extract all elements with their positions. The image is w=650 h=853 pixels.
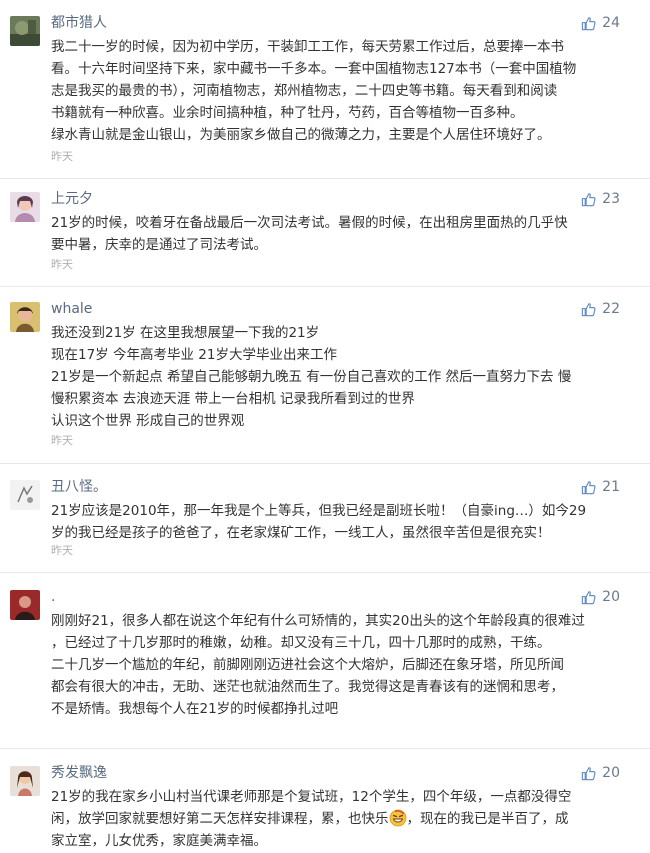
comment-line: 认识这个世界 形成自己的世界观 — [51, 413, 245, 429]
comment-line: 21岁的我在家乡小山村当代课老师那是个复试班，12个学生，四个年级，一点都没得空 — [51, 789, 572, 805]
like-button[interactable]: 22 — [581, 300, 620, 318]
comment-line: 要中暑，庆幸的是通过了司法考试。 — [51, 237, 267, 253]
comment-text: 21岁的时候，咬着牙在备战最后一次司法考试。暑假的时候，在出租房里面热的几乎快 … — [51, 212, 626, 256]
comment-line: 绿水青山就是金山银山，为美丽家乡做自己的微薄之力，主要是个人居住环境好了。 — [51, 127, 551, 143]
avatar[interactable] — [10, 590, 40, 620]
comment-line: 我二十一岁的时候，因为初中学历，干装卸工工作，每天劳累工作过后，总要捧一本书 — [51, 39, 564, 55]
divider — [0, 463, 650, 464]
divider — [0, 286, 650, 287]
username[interactable]: 丑八怪。 — [51, 478, 107, 496]
comment-item: 都市猎人 24 我二十一岁的时候，因为初中学历，干装卸工工作，每天劳累工作过后，… — [0, 14, 650, 174]
username[interactable]: whale — [51, 300, 92, 318]
username[interactable]: 上元夕 — [51, 190, 93, 208]
comment-line: 21岁应该是2010年，那一年我是个上等兵，但我已经是副班长啦！（自豪ing…）… — [51, 503, 587, 519]
comment-line: 慢积累资本 去浪迹天涯 带上一台相机 记录我所看到过的世界 — [51, 391, 415, 407]
thumbs-up-icon — [581, 192, 596, 206]
comment-line: 都会有很大的冲击，无助、迷茫也就油然而生了。我觉得这是青春该有的迷惘和思考， — [51, 679, 564, 695]
comment-line: 书籍就有一种欣喜。业余时间搞种植，种了牡丹，芍药，百合等植物一百多种。 — [51, 105, 524, 121]
comment-item: . 20 刚刚好21，很多人都在说这个年纪有什么可矫情的，其实20出头的这个年龄… — [0, 588, 650, 728]
thumbs-up-icon — [581, 16, 596, 30]
comment-line: 现在17岁 今年高考毕业 21岁大学毕业出来工作 — [51, 347, 337, 363]
comment-text: 我还没到21岁 在这里我想展望一下我的21岁 现在17岁 今年高考毕业 21岁大… — [51, 322, 626, 432]
divider — [0, 178, 650, 179]
comment-line: ，已经过了十几岁那时的稚嫩，幼稚。却又没有三十几，四十几那时的成熟，干练。 — [51, 635, 551, 651]
comment-text: 21岁应该是2010年，那一年我是个上等兵，但我已经是副班长啦！（自豪ing…）… — [51, 500, 626, 544]
timestamp: 昨天 — [51, 544, 73, 557]
comment-item: 秀发飘逸 20 21岁的我在家乡小山村当代课老师那是个复试班，12个学生，四个年… — [0, 764, 650, 853]
comment-item: whale 22 我还没到21岁 在这里我想展望一下我的21岁 现在17岁 今年… — [0, 300, 650, 455]
like-button[interactable]: 23 — [581, 190, 620, 208]
comment-item: 丑八怪。 21 21岁应该是2010年，那一年我是个上等兵，但我已经是副班长啦！… — [0, 478, 650, 568]
thumbs-up-icon — [581, 590, 596, 604]
timestamp: 昨天 — [51, 150, 73, 163]
comment-line-start: 闲，放学回家就要想好第二天怎样安排课程，累，也快乐 — [51, 811, 389, 827]
thumbs-up-icon — [581, 480, 596, 494]
avatar[interactable] — [10, 192, 40, 222]
like-button[interactable]: 20 — [581, 764, 620, 782]
username[interactable]: 都市猎人 — [51, 14, 107, 32]
like-count: 20 — [602, 765, 620, 781]
username[interactable]: . — [51, 588, 55, 606]
divider — [0, 572, 650, 573]
divider — [0, 748, 650, 749]
comment-item: 上元夕 23 21岁的时候，咬着牙在备战最后一次司法考试。暑假的时候，在出租房里… — [0, 190, 650, 280]
comment-text: 我二十一岁的时候，因为初中学历，干装卸工工作，每天劳累工作过后，总要捧一本书 看… — [51, 36, 626, 146]
like-button[interactable]: 21 — [581, 478, 620, 496]
comment-text: 刚刚好21，很多人都在说这个年纪有什么可矫情的，其实20出头的这个年龄段真的很难… — [51, 610, 626, 720]
comment-line: 我还没到21岁 在这里我想展望一下我的21岁 — [51, 325, 320, 341]
like-button[interactable]: 20 — [581, 588, 620, 606]
like-button[interactable]: 24 — [581, 14, 620, 32]
comment-line: 家立室，儿女优秀，家庭美满幸福。 — [51, 833, 267, 849]
like-count: 23 — [602, 191, 620, 207]
comment-line: 闲，放学回家就要想好第二天怎样安排课程，累，也快乐 ，现在的我已是半百了，成 — [51, 808, 626, 830]
like-count: 20 — [602, 589, 620, 605]
comment-line: 刚刚好21，很多人都在说这个年纪有什么可矫情的，其实20出头的这个年龄段真的很难… — [51, 613, 585, 629]
username[interactable]: 秀发飘逸 — [51, 764, 107, 782]
comment-text: 21岁的我在家乡小山村当代课老师那是个复试班，12个学生，四个年级，一点都没得空… — [51, 786, 626, 852]
avatar[interactable] — [10, 480, 40, 510]
comment-line: 21岁是一个新起点 希望自己能够朝九晚五 有一份自己喜欢的工作 然后一直努力下去… — [51, 369, 572, 385]
like-count: 22 — [602, 301, 620, 317]
comment-line: 21岁的时候，咬着牙在备战最后一次司法考试。暑假的时候，在出租房里面热的几乎快 — [51, 215, 568, 231]
timestamp: 昨天 — [51, 258, 73, 271]
like-count: 24 — [602, 15, 620, 31]
comment-line-end: ，现在的我已是半百了，成 — [406, 811, 569, 827]
grinning-face-emoji-icon — [389, 809, 406, 827]
thumbs-up-icon — [581, 766, 596, 780]
like-count: 21 — [602, 479, 620, 495]
comment-line: 看。十六年时间坚持下来，家中藏书一千多本。一套中国植物志127本书（一套中国植物 — [51, 61, 577, 77]
comment-line: 不是矫情。我想每个人在21岁的时候都挣扎过吧 — [51, 701, 339, 717]
avatar[interactable] — [10, 16, 40, 46]
comment-line: 岁的我已经是孩子的爸爸了，在老家煤矿工作，一线工人，虽然很辛苦但是很充实！ — [51, 525, 551, 541]
comment-line: 二十几岁一个尴尬的年纪，前脚刚刚迈进社会这个大熔炉，后脚还在象牙塔，所见所闻 — [51, 657, 564, 673]
thumbs-up-icon — [581, 302, 596, 316]
avatar[interactable] — [10, 766, 40, 796]
comment-line: 志是我买的最贵的书），河南植物志，郑州植物志，二十四史等书籍。每天看到和阅读 — [51, 83, 558, 99]
timestamp: 昨天 — [51, 434, 73, 447]
avatar[interactable] — [10, 302, 40, 332]
